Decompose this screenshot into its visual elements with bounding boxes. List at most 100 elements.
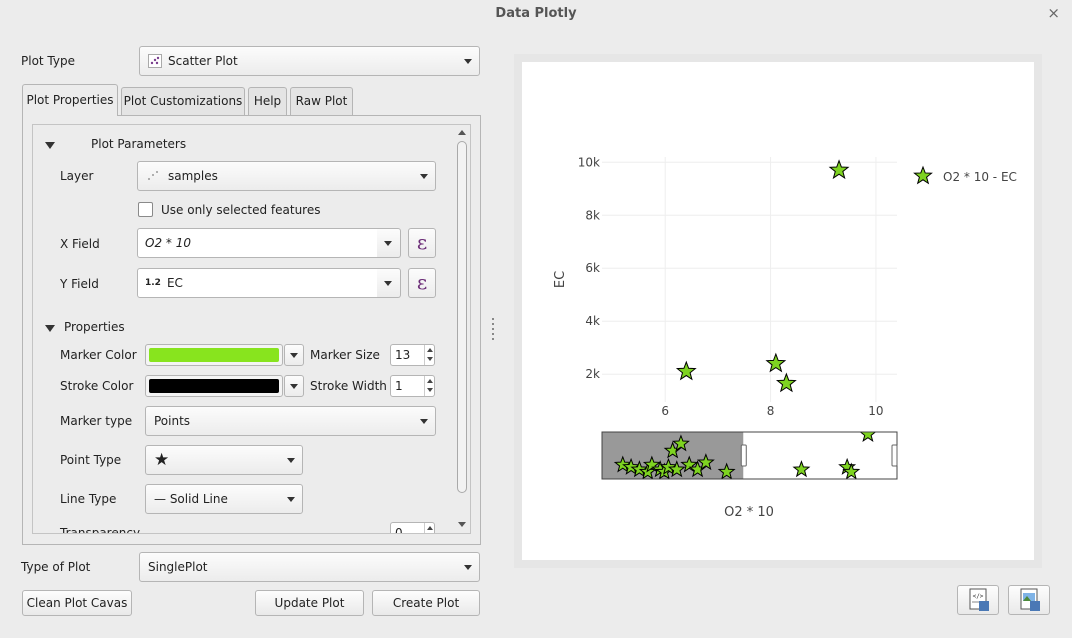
- x-field-label: X Field: [60, 237, 100, 251]
- stroke-color-label: Stroke Color: [60, 379, 134, 393]
- plot-parameters-header[interactable]: Plot Parameters: [91, 137, 186, 151]
- y-tick-label: 8k: [585, 208, 600, 222]
- marker-type-value: Points: [154, 414, 191, 428]
- marker-type-label: Marker type: [60, 414, 133, 428]
- y-tick-label: 6k: [585, 261, 600, 275]
- y-field-dropdown-button[interactable]: [377, 268, 401, 298]
- svg-text:</>: </>: [973, 593, 984, 600]
- chevron-down-icon: [287, 458, 295, 463]
- x-field-dropdown-button[interactable]: [377, 228, 401, 258]
- tab-plot-customizations[interactable]: Plot Customizations: [121, 87, 245, 115]
- image-export-icon: [1020, 588, 1040, 611]
- plot-type-value: Scatter Plot: [168, 54, 238, 68]
- star-icon: ★: [154, 450, 170, 470]
- use-selected-features-checkbox[interactable]: [138, 202, 153, 217]
- collapse-triangle-icon[interactable]: [45, 142, 55, 149]
- chevron-down-icon: [420, 174, 428, 179]
- clean-plot-canvas-button[interactable]: Clean Plot Cavas: [22, 590, 132, 616]
- y-field-input[interactable]: 1.2 EC: [137, 268, 378, 298]
- data-point-star[interactable]: [765, 352, 787, 373]
- window-titlebar: Data Plotly: [0, 0, 1072, 30]
- marker-type-select[interactable]: Points: [145, 406, 436, 436]
- marker-size-value: 13: [395, 348, 411, 362]
- range-slider-handle[interactable]: [891, 444, 898, 467]
- tab-plot-properties[interactable]: Plot Properties: [22, 84, 118, 116]
- type-of-plot-value: SinglePlot: [148, 560, 208, 574]
- use-selected-features-label: Use only selected features: [161, 203, 321, 217]
- data-point-star[interactable]: [775, 372, 797, 393]
- expression-icon: ε: [416, 230, 428, 254]
- y-field-expression-button[interactable]: ε: [408, 268, 436, 298]
- point-type-select[interactable]: ★: [145, 445, 303, 475]
- scatter-plot-icon: [148, 54, 162, 68]
- layer-label: Layer: [60, 169, 94, 183]
- x-tick-label: 10: [868, 404, 883, 418]
- legend-label: O2 * 10 - EC: [943, 170, 1017, 184]
- transparency-spinbox[interactable]: 0: [390, 522, 435, 534]
- tab-raw-plot[interactable]: Raw Plot: [290, 87, 353, 115]
- scatter-points[interactable]: [675, 159, 850, 393]
- create-plot-button[interactable]: Create Plot: [372, 590, 480, 616]
- x-field-expression-button[interactable]: ε: [408, 228, 436, 258]
- tab-help[interactable]: Help: [248, 87, 287, 115]
- chevron-down-icon: [464, 59, 472, 64]
- plot-type-select[interactable]: Scatter Plot: [139, 46, 480, 76]
- spin-arrows-icon[interactable]: [424, 345, 434, 365]
- y-field-value: EC: [166, 276, 183, 290]
- chevron-down-icon: [287, 497, 295, 502]
- x-axis-label: O2 * 10: [724, 505, 774, 520]
- properties-scrollbar[interactable]: [455, 126, 469, 532]
- layer-select[interactable]: samples: [137, 161, 436, 191]
- stroke-color-dropdown[interactable]: [284, 375, 304, 397]
- point-type-label: Point Type: [60, 453, 122, 467]
- numeric-field-type-icon: 1.2: [145, 278, 161, 288]
- y-tick-label: 2k: [585, 367, 600, 381]
- html-export-icon: </>: [969, 588, 989, 611]
- y-axis-ticks: 2k 4k 6k 8k 10k: [578, 155, 600, 381]
- marker-size-label: Marker Size: [310, 348, 380, 362]
- data-point-star[interactable]: [828, 159, 850, 180]
- x-axis-ticks: 6 8 10: [661, 404, 883, 418]
- scroll-down-icon[interactable]: [458, 522, 466, 527]
- stroke-width-spinbox[interactable]: 1: [390, 375, 435, 397]
- line-type-value: — Solid Line: [154, 492, 228, 506]
- x-field-input[interactable]: O2 * 10: [137, 228, 378, 258]
- properties-header[interactable]: Properties: [64, 320, 125, 334]
- chart-grid: [602, 157, 897, 402]
- line-type-select[interactable]: — Solid Line: [145, 484, 303, 514]
- stroke-width-value: 1: [395, 379, 403, 393]
- x-field-value: O2 * 10: [145, 236, 191, 250]
- layer-value: samples: [168, 169, 218, 183]
- transparency-value: 0: [395, 526, 403, 534]
- line-type-label: Line Type: [60, 492, 117, 506]
- save-as-image-button[interactable]: [1008, 585, 1050, 615]
- type-of-plot-select[interactable]: SinglePlot: [139, 552, 480, 582]
- chart-legend[interactable]: O2 * 10 - EC: [913, 165, 1017, 185]
- splitter-handle[interactable]: [491, 318, 495, 344]
- scatter-chart[interactable]: 2k 4k 6k 8k 10k 6 8 10 EC O2 * 10 O2 * 10 - EC: [522, 62, 1034, 560]
- spin-arrows-icon[interactable]: [424, 523, 434, 533]
- range-slider[interactable]: [601, 426, 898, 480]
- close-icon[interactable]: ×: [1047, 4, 1060, 22]
- data-point-star[interactable]: [675, 360, 697, 381]
- scroll-up-icon[interactable]: [458, 130, 466, 135]
- marker-color-label: Marker Color: [60, 348, 137, 362]
- marker-color-button[interactable]: [145, 344, 283, 366]
- stroke-color-button[interactable]: [145, 375, 283, 397]
- range-slider-handle[interactable]: [740, 444, 747, 467]
- marker-size-spinbox[interactable]: 13: [390, 344, 435, 366]
- marker-color-dropdown[interactable]: [284, 344, 304, 366]
- stroke-color-swatch: [149, 379, 279, 393]
- chevron-down-icon: [420, 419, 428, 424]
- update-plot-button[interactable]: Update Plot: [255, 590, 364, 616]
- save-as-html-button[interactable]: </>: [957, 585, 999, 615]
- x-tick-label: 8: [767, 404, 775, 418]
- window-title: Data Plotly: [495, 6, 577, 21]
- type-of-plot-label: Type of Plot: [21, 560, 91, 574]
- x-tick-label: 6: [661, 404, 669, 418]
- stroke-width-label: Stroke Width: [310, 379, 387, 393]
- spin-arrows-icon[interactable]: [424, 376, 434, 396]
- collapse-triangle-icon[interactable]: [45, 325, 55, 332]
- plot-view[interactable]: 2k 4k 6k 8k 10k 6 8 10 EC O2 * 10 O2 * 10 - EC: [522, 62, 1034, 560]
- scrollbar-thumb[interactable]: [457, 141, 467, 493]
